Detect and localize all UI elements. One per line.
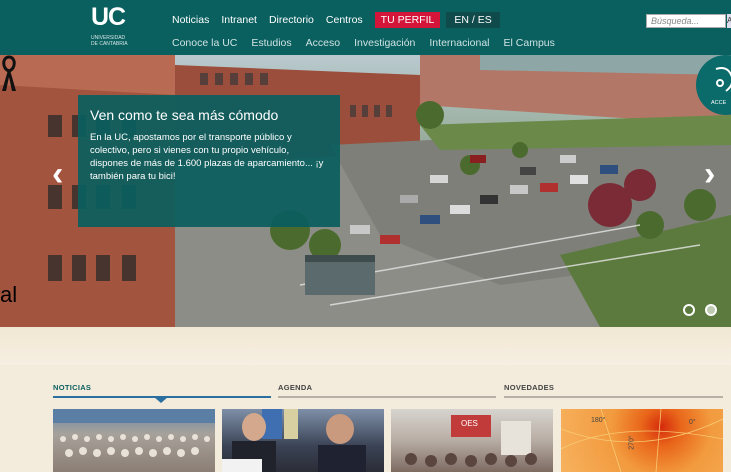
tab-agenda[interactable]: AGENDA — [278, 383, 312, 392]
news-thumb-3[interactable]: OES — [391, 409, 553, 472]
section-band — [0, 327, 731, 365]
tu-perfil-button[interactable]: TU PERFIL — [374, 12, 441, 28]
search-button[interactable]: A — [727, 14, 731, 28]
site-header: UC UNIVERSIDAD DE CANTABRIA Noticias Int… — [0, 0, 731, 55]
top-nav: Noticias Intranet Directorio Centros TU … — [172, 12, 512, 28]
hero-slider: Ven como te sea más cómodo En la UC, apo… — [0, 55, 731, 327]
sky-map-image — [561, 409, 723, 472]
nav-directorio[interactable]: Directorio — [269, 14, 314, 26]
hero-title: Ven como te sea más cómodo — [90, 107, 279, 123]
novedades-rule — [504, 396, 723, 398]
slider-dots — [683, 303, 723, 321]
search-input[interactable]: Búsqueda... — [646, 14, 726, 28]
logo-subtitle: UNIVERSIDAD DE CANTABRIA — [91, 35, 128, 47]
nav-intranet[interactable]: Intranet — [221, 14, 257, 26]
slider-dot-2[interactable] — [705, 304, 718, 316]
mourning-ribbon-icon — [2, 55, 16, 91]
cropped-side-text: al — [0, 282, 18, 307]
tab-novedades[interactable]: NOVEDADES — [504, 383, 554, 392]
nav-noticias[interactable]: Noticias — [172, 14, 209, 26]
uc-logo[interactable]: UC UNIVERSIDAD DE CANTABRIA — [88, 0, 134, 52]
tab-noticias[interactable]: NOTICIAS — [53, 383, 91, 392]
officials-photo — [222, 409, 366, 472]
hero-caption: Ven como te sea más cómodo En la UC, apo… — [78, 95, 340, 227]
oes-text: OES — [461, 419, 478, 428]
hero-text: En la UC, apostamos por el transporte pú… — [90, 132, 324, 182]
accessibility-icon — [715, 67, 731, 92]
sky-label-0: 0° — [689, 419, 696, 426]
active-tab-pointer — [154, 397, 168, 403]
news-thumb-4[interactable]: 180° 0° 270° — [561, 409, 723, 472]
subnav-campus[interactable]: El Campus — [504, 37, 555, 49]
slider-next-icon[interactable]: › — [704, 155, 715, 194]
content-section: NOTICIAS AGENDA NOVEDADES OES 180° 0° 27… — [0, 327, 731, 472]
slider-dot-1[interactable] — [683, 304, 695, 316]
sky-label-180: 180° — [591, 417, 606, 424]
sub-nav: Conoce la UC Estudios Acceso Investigaci… — [172, 36, 569, 50]
subnav-internacional[interactable]: Internacional — [429, 37, 489, 49]
nav-centros[interactable]: Centros — [326, 14, 363, 26]
logo-text: UC — [91, 3, 126, 31]
language-switch[interactable]: EN / ES — [446, 12, 500, 28]
news-thumb-2[interactable] — [222, 409, 384, 472]
sky-label-270: 270° — [628, 435, 636, 450]
agenda-rule — [278, 396, 496, 398]
subnav-conoce[interactable]: Conoce la UC — [172, 37, 237, 49]
slider-prev-icon[interactable]: ‹ — [52, 155, 63, 194]
subnav-estudios[interactable]: Estudios — [251, 37, 291, 49]
crowd-photo — [53, 409, 215, 457]
accessibility-label: ACCE — [711, 100, 727, 106]
subnav-acceso[interactable]: Acceso — [306, 37, 340, 49]
news-thumb-1[interactable] — [53, 409, 215, 472]
subnav-investigacion[interactable]: Investigación — [354, 37, 415, 49]
